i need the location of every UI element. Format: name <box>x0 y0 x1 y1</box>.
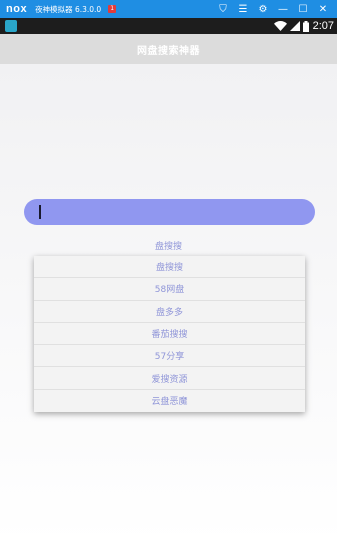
list-item[interactable]: 盘多多 <box>34 301 305 323</box>
app-action-bar: 网盘搜索神器 <box>0 34 337 64</box>
engine-spinner[interactable]: 盘搜搜 <box>0 239 337 255</box>
minimize-icon: — <box>278 3 288 15</box>
text-caret <box>39 205 41 219</box>
settings-button[interactable]: ⚙ <box>253 0 273 18</box>
list-item[interactable]: 盘搜搜 <box>34 256 305 279</box>
notification-badge[interactable]: 1 <box>108 5 117 13</box>
engine-dropdown-list: 盘搜搜 58网盘 盘多多 番茄搜搜 57分享 爱搜资源 云盘恶魔 <box>34 256 305 412</box>
app-notification-icon <box>5 20 17 32</box>
list-item[interactable]: 爱搜资源 <box>34 367 305 390</box>
emulator-title-bar: nox 夜神模拟器 6.3.0.0 1 ⛉ ☰ ⚙ — ☐ ✕ <box>0 0 337 18</box>
close-button[interactable]: ✕ <box>313 0 333 18</box>
list-item[interactable]: 58网盘 <box>34 278 305 301</box>
maximize-icon: ☐ <box>298 3 308 15</box>
window-controls: ⛉ ☰ ⚙ — ☐ ✕ <box>213 0 333 18</box>
skin-button[interactable]: ⛉ <box>213 0 233 18</box>
wifi-icon <box>273 21 287 31</box>
gear-icon: ⚙ <box>258 3 268 15</box>
menu-icon: ☰ <box>238 3 248 15</box>
status-bar: 2:07 <box>0 18 337 34</box>
nox-logo: nox <box>6 3 28 15</box>
maximize-button[interactable]: ☐ <box>293 0 313 18</box>
list-item[interactable]: 57分享 <box>34 345 305 368</box>
clock-time: 2:07 <box>312 20 334 32</box>
status-icons: 2:07 <box>271 18 334 34</box>
battery-icon <box>302 20 309 32</box>
signal-icon <box>289 21 300 31</box>
list-item[interactable]: 云盘恶魔 <box>34 390 305 412</box>
shirt-icon: ⛉ <box>219 3 227 15</box>
close-icon: ✕ <box>318 3 328 15</box>
main-content: 盘搜搜 盘搜搜 58网盘 盘多多 番茄搜搜 57分享 爱搜资源 云盘恶魔 <box>0 64 337 544</box>
minimize-button[interactable]: — <box>273 0 293 18</box>
menu-button[interactable]: ☰ <box>233 0 253 18</box>
emulator-title: 夜神模拟器 6.3.0.0 <box>35 4 102 14</box>
list-item[interactable]: 番茄搜搜 <box>34 323 305 346</box>
search-input[interactable] <box>24 199 315 225</box>
page-title: 网盘搜索神器 <box>137 45 200 57</box>
